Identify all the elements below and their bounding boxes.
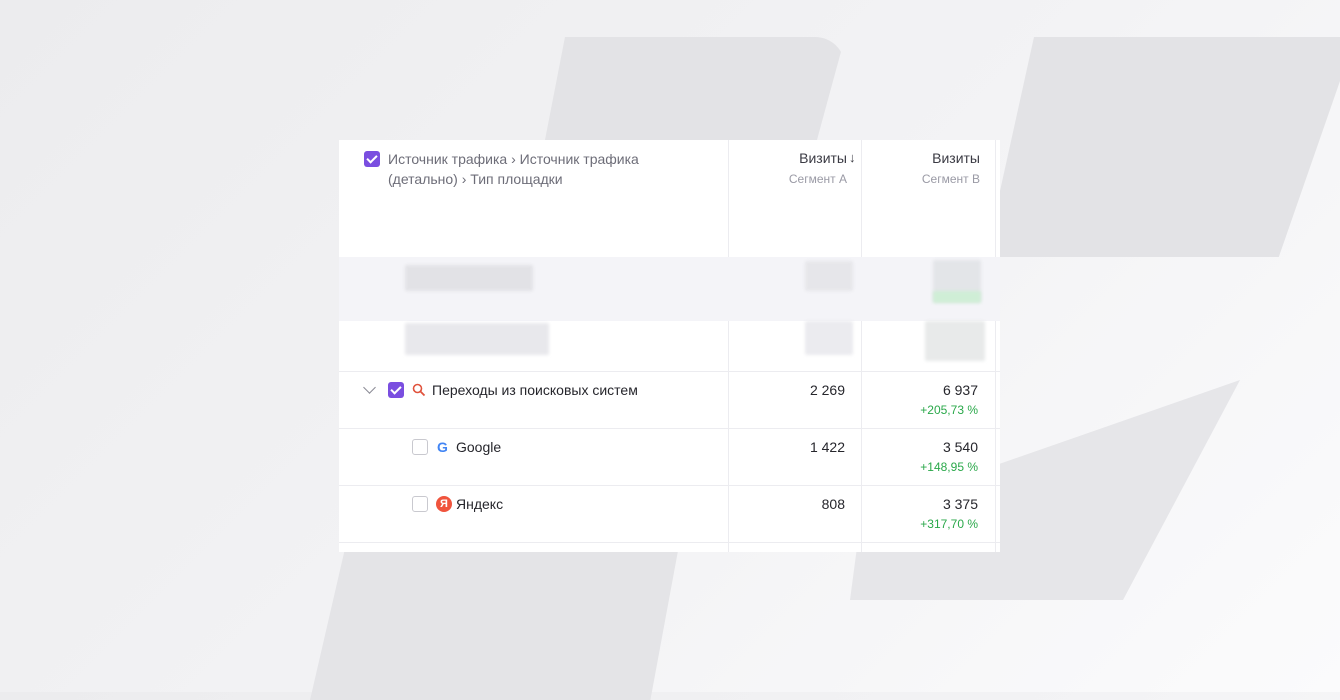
redacted-label [405,265,533,291]
google-icon: G [437,439,448,455]
cell-delta: +148,95 % [920,460,978,474]
redacted-value [925,321,985,361]
column-subtitle: Сегмент В [921,172,980,186]
cell-value-b: 3 375 [942,496,978,512]
column-header-visits-b[interactable]: Визиты Сегмент В [894,150,980,186]
row-checkbox[interactable] [412,439,428,455]
row-divider [339,371,1000,372]
background-shape [310,540,680,700]
cell-value-a: 2 269 [809,382,845,398]
column-title: Визиты [799,150,847,166]
redacted-label [405,323,549,355]
cell-delta: +205,73 % [920,403,978,417]
column-header-visits-a[interactable]: Визиты Сегмент А [759,150,847,186]
row-divider [339,542,1000,543]
row-checkbox[interactable] [412,496,428,512]
cell-value-b: 3 540 [942,439,978,455]
select-all-checkbox[interactable] [364,151,380,167]
chevron-down-icon[interactable] [363,381,376,394]
redacted-row [339,257,1000,321]
redacted-row [339,321,1000,371]
column-title: Визиты [932,150,980,166]
report-table: Источник трафика › Источник трафика (дет… [339,140,1000,552]
search-icon [412,383,426,397]
row-label[interactable]: Google [456,439,501,455]
row-divider [339,428,1000,429]
cell-value-a: 1 422 [809,439,845,455]
cell-value-a: 808 [821,496,845,512]
row-checkbox[interactable] [388,382,404,398]
background-shape [1000,37,1340,257]
redacted-value [805,321,853,355]
row-label[interactable]: Переходы из поисковых систем [432,382,638,398]
dimension-title[interactable]: Источник трафика › Источник трафика (дет… [388,149,688,189]
yandex-icon: Я [436,496,452,512]
row-divider [339,485,1000,486]
cell-delta: +317,70 % [920,517,978,531]
redacted-delta [933,291,981,303]
redacted-value [805,261,853,291]
column-subtitle: Сегмент А [788,172,847,186]
cell-value-b: 6 937 [942,382,978,398]
sort-desc-icon[interactable]: ↓ [849,150,856,165]
row-label[interactable]: Яндекс [456,496,503,512]
